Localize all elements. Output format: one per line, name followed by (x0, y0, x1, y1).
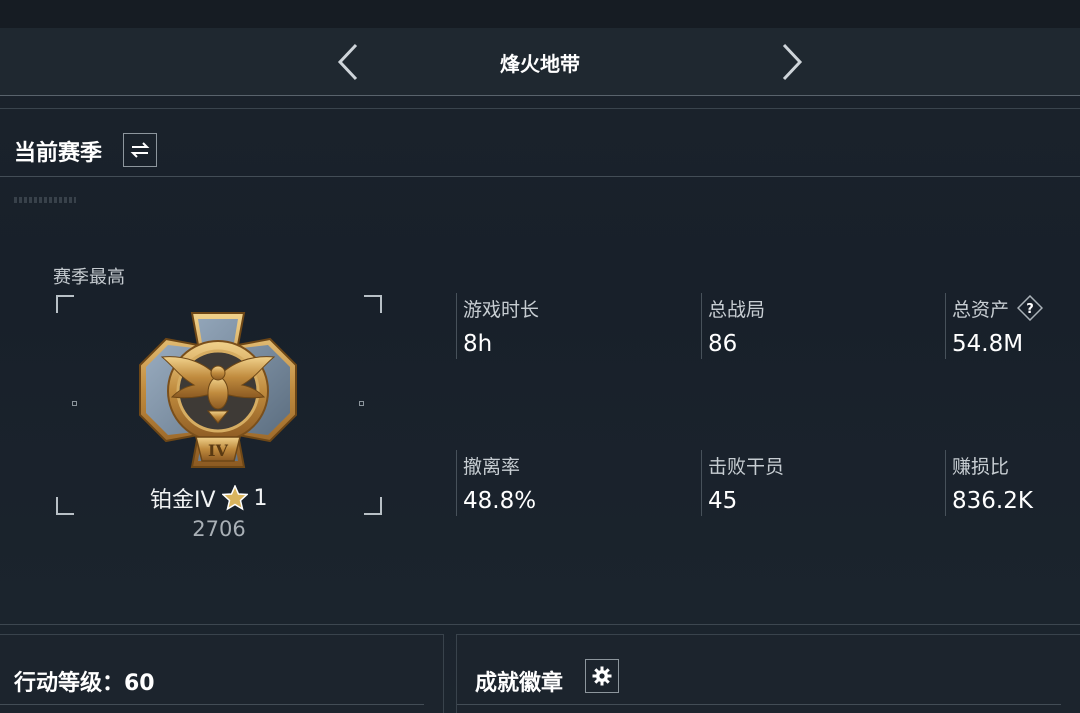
rank-name: 铂金IV (150, 488, 216, 513)
stat-label: 击败干员 (708, 455, 785, 478)
stat-value: 86 (708, 331, 738, 357)
game-stats-screen: 烽火地带 当前赛季 赛季最高 IV 铂金IV 1 2706 游戏时长 8h 总战… (0, 0, 1080, 713)
stat-profit-loss-ratio: 赚损比 836.2K (945, 450, 1080, 516)
action-level-panel[interactable]: 行动等级：60 (0, 634, 444, 713)
star-icon (221, 485, 248, 511)
rank-score: 2706 (192, 517, 246, 541)
action-level-title: 行动等级：60 (14, 671, 155, 696)
stat-label: 撤离率 (463, 455, 521, 478)
stat-label: 总资产 (952, 298, 1010, 321)
badges-title: 成就徽章 (475, 671, 564, 696)
gear-icon (592, 666, 612, 686)
medal-numeral: IV (208, 441, 228, 460)
question-icon: ? (1017, 295, 1044, 321)
decorative-bars (14, 197, 76, 203)
stat-value: 8h (463, 331, 493, 357)
stat-value: 836.2K (952, 488, 1033, 514)
rank-label: 赛季最高 (53, 267, 125, 288)
stat-label: 游戏时长 (463, 298, 540, 321)
season-title: 当前赛季 (14, 141, 103, 166)
section-divider (0, 624, 1080, 625)
section-divider (0, 176, 1080, 177)
rank-stars-count: 1 (253, 485, 268, 511)
frame-corner (364, 295, 382, 313)
frame-tick (359, 401, 364, 406)
assets-help-button[interactable]: ? (1017, 295, 1044, 321)
frame-corner (56, 497, 74, 515)
frame-corner (56, 295, 74, 313)
frame-tick (72, 401, 77, 406)
svg-text:?: ? (1026, 302, 1034, 317)
stat-value: 48.8% (463, 488, 537, 514)
mode-title: 烽火地带 (500, 52, 580, 76)
stat-extraction-rate: 撤离率 48.8% (456, 450, 686, 516)
panel-divider (457, 704, 1061, 705)
stat-total-assets: 总资产 ? 54.8M (945, 293, 1080, 359)
stat-value: 54.8M (952, 331, 1024, 357)
badges-settings-button[interactable] (585, 659, 619, 693)
top-strip (0, 0, 1080, 28)
stat-label: 总战局 (708, 298, 766, 321)
swap-icon (130, 142, 150, 158)
season-switch-button[interactable] (123, 133, 157, 167)
achievement-badges-panel[interactable]: 成就徽章 (456, 634, 1080, 713)
panel-divider (0, 704, 424, 705)
chevron-right-icon (782, 43, 803, 81)
frame-corner (364, 497, 382, 515)
stat-value: 45 (708, 488, 738, 514)
stat-label-row: 总资产 ? (952, 293, 1080, 323)
platinum-rank-medal-icon: IV (139, 312, 297, 468)
season-section: 当前赛季 赛季最高 IV 铂金IV 1 2706 游戏时长 8h 总战局 86 … (0, 108, 1080, 624)
rank-name-row: 铂金IV 1 (150, 483, 290, 513)
next-mode-button[interactable] (772, 38, 812, 86)
stat-play-time: 游戏时长 8h (456, 293, 686, 359)
mode-header: 烽火地带 (0, 28, 1080, 96)
stat-operators-defeated: 击败干员 45 (701, 450, 931, 516)
stat-label: 赚损比 (952, 455, 1010, 478)
stat-total-matches: 总战局 86 (701, 293, 931, 359)
